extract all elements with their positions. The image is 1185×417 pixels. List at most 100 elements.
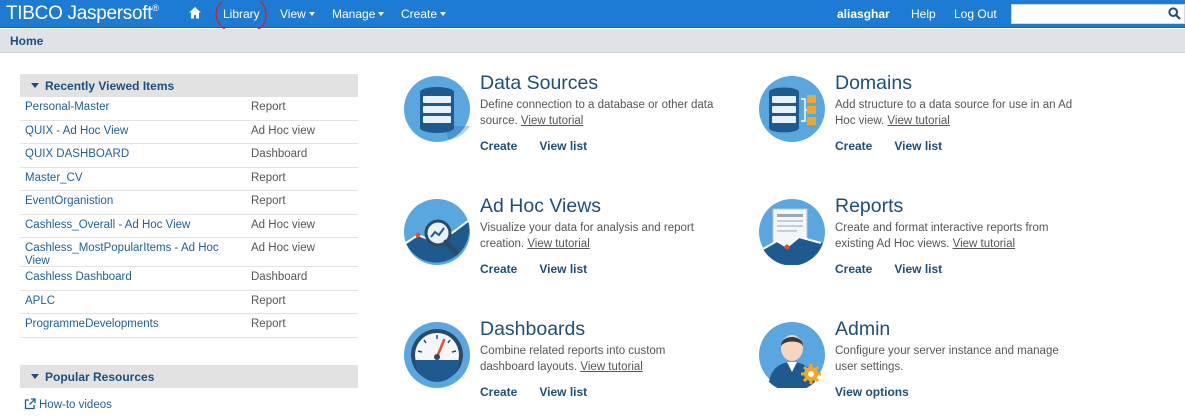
search-icon[interactable] (1168, 7, 1181, 20)
admin-user-icon[interactable] (759, 322, 825, 388)
collapse-triangle-icon[interactable] (31, 83, 39, 88)
list-item[interactable]: Cashless_Overall - Ad Hoc View Ad Hoc vie… (20, 215, 358, 238)
nav-view-menu[interactable]: View (280, 7, 315, 21)
report-icon[interactable] (759, 199, 825, 265)
view-tutorial-link[interactable]: View tutorial (580, 361, 642, 373)
view-list-link[interactable]: View list (894, 139, 942, 153)
item-type: Dashboard (251, 271, 308, 283)
item-type: Dashboard (251, 148, 308, 160)
description-text: Define connection to a database or other… (480, 99, 714, 127)
tile-title[interactable]: Dashboards (480, 318, 585, 341)
view-list-link[interactable]: View list (539, 262, 587, 276)
list-item[interactable]: ProgrammeDevelopments Report (20, 314, 358, 338)
popular-resources-title: Popular Resources (45, 370, 155, 384)
help-link[interactable]: Help (911, 7, 936, 21)
tile-adhoc-views: Ad Hoc Views Visualize your data for ana… (404, 195, 734, 299)
view-tutorial-link[interactable]: View tutorial (521, 115, 583, 127)
domain-icon[interactable] (759, 76, 825, 142)
tile-title[interactable]: Domains (835, 72, 912, 95)
description-text: Add structure to a data source for use i… (835, 99, 1073, 127)
tile-description: Configure your server instance and manag… (835, 344, 1075, 375)
tile-title[interactable]: Reports (835, 195, 903, 218)
nav-manage-label: Manage (332, 7, 376, 21)
collapse-triangle-icon[interactable] (31, 374, 39, 379)
home-icon[interactable] (188, 6, 202, 20)
item-type: Ad Hoc view (251, 124, 315, 137)
popular-resources-header[interactable]: Popular Resources (20, 365, 358, 388)
list-item[interactable]: Cashless_MostPopularItems - Ad Hoc View A… (20, 238, 358, 267)
item-name[interactable]: APLC (25, 295, 245, 308)
list-item[interactable]: APLC Report (20, 291, 358, 314)
create-link[interactable]: Create (480, 262, 517, 276)
item-name[interactable]: Cashless_MostPopularItems - Ad Hoc View (25, 242, 245, 268)
create-link[interactable]: Create (835, 262, 872, 276)
item-name[interactable]: Cashless_Overall - Ad Hoc View (25, 219, 245, 232)
list-item[interactable]: QUIX DASHBOARD Dashboard (20, 144, 358, 168)
item-type: Report (251, 171, 286, 184)
breadcrumb-home[interactable]: Home (10, 34, 43, 48)
view-tutorial-link[interactable]: View tutorial (887, 115, 949, 127)
how-to-videos-label: How-to videos (39, 399, 112, 411)
view-tutorial-link[interactable]: View tutorial (953, 238, 1015, 250)
item-name[interactable]: ProgrammeDevelopments (25, 318, 245, 331)
chevron-down-icon (308, 12, 315, 16)
create-link[interactable]: Create (480, 139, 517, 153)
tile-description: Visualize your data for analysis and rep… (480, 221, 720, 252)
create-link[interactable]: Create (835, 139, 872, 153)
item-type: Report (251, 318, 286, 330)
search-input[interactable] (1011, 4, 1185, 24)
recently-viewed-title: Recently Viewed Items (45, 79, 175, 93)
view-list-link[interactable]: View list (539, 139, 587, 153)
item-name[interactable]: QUIX - Ad Hoc View (25, 125, 245, 138)
item-name[interactable]: Master_CV (25, 172, 245, 185)
how-to-videos-link[interactable]: How-to videos (24, 398, 112, 411)
database-icon[interactable] (404, 76, 470, 142)
view-options-link[interactable]: View options (835, 385, 909, 399)
tile-description: Add structure to a data source for use i… (835, 98, 1075, 129)
item-name[interactable]: QUIX DASHBOARD (25, 148, 245, 161)
tile-admin: Admin Configure your server instance and… (759, 318, 1089, 417)
top-navigation-bar: TIBCO Jaspersoft® Library View Manage Cr… (0, 0, 1185, 28)
tile-description: Create and format interactive reports fr… (835, 221, 1075, 252)
tile-title[interactable]: Ad Hoc Views (480, 195, 601, 218)
list-item[interactable]: Cashless Dashboard Dashboard (20, 267, 358, 291)
list-item[interactable]: EventOrganistion Report (20, 191, 358, 215)
user-name[interactable]: aliasghar (837, 7, 890, 21)
list-item[interactable]: QUIX - Ad Hoc View Ad Hoc view (20, 121, 358, 144)
nav-create-menu[interactable]: Create (401, 7, 447, 21)
item-name[interactable]: EventOrganistion (25, 195, 245, 208)
nav-view-label: View (280, 7, 306, 21)
tile-title[interactable]: Data Sources (480, 72, 598, 95)
description-text: Configure your server instance and manag… (835, 345, 1059, 373)
chevron-down-icon (378, 12, 385, 16)
item-type: Report (251, 294, 286, 307)
chevron-down-icon (440, 12, 447, 16)
nav-manage-menu[interactable]: Manage (332, 7, 385, 21)
item-name[interactable]: Personal-Master (25, 101, 245, 114)
brand-name: TIBCO Jaspersoft (6, 3, 153, 24)
list-item[interactable]: Master_CV Report (20, 168, 358, 191)
create-link[interactable]: Create (480, 385, 517, 399)
logout-link[interactable]: Log Out (954, 7, 997, 21)
adhoc-view-icon[interactable] (404, 199, 470, 265)
brand-trademark: ® (152, 3, 159, 13)
breadcrumb: Home (0, 29, 1185, 53)
nav-create-label: Create (401, 7, 438, 21)
tile-domains: Domains Add structure to a data source f… (759, 72, 1089, 176)
view-tutorial-link[interactable]: View tutorial (527, 238, 589, 250)
external-link-icon (24, 398, 36, 410)
tile-description: Combine related reports into custom dash… (480, 344, 720, 375)
recently-viewed-header[interactable]: Recently Viewed Items (20, 74, 358, 97)
list-item[interactable]: Personal-Master Report (20, 97, 358, 121)
tile-title[interactable]: Admin (835, 318, 890, 341)
item-type: Ad Hoc view (251, 218, 315, 231)
recently-viewed-list: Personal-Master Report QUIX - Ad Hoc View… (20, 97, 358, 338)
description-text: Create and format interactive reports fr… (835, 222, 1049, 250)
item-name[interactable]: Cashless Dashboard (25, 271, 245, 284)
view-list-link[interactable]: View list (539, 385, 587, 399)
tile-reports: Reports Create and format interactive re… (759, 195, 1089, 299)
gauge-icon[interactable] (404, 322, 470, 388)
brand-logo[interactable]: TIBCO Jaspersoft® (6, 3, 159, 25)
item-type: Ad Hoc view (251, 242, 315, 254)
view-list-link[interactable]: View list (894, 262, 942, 276)
